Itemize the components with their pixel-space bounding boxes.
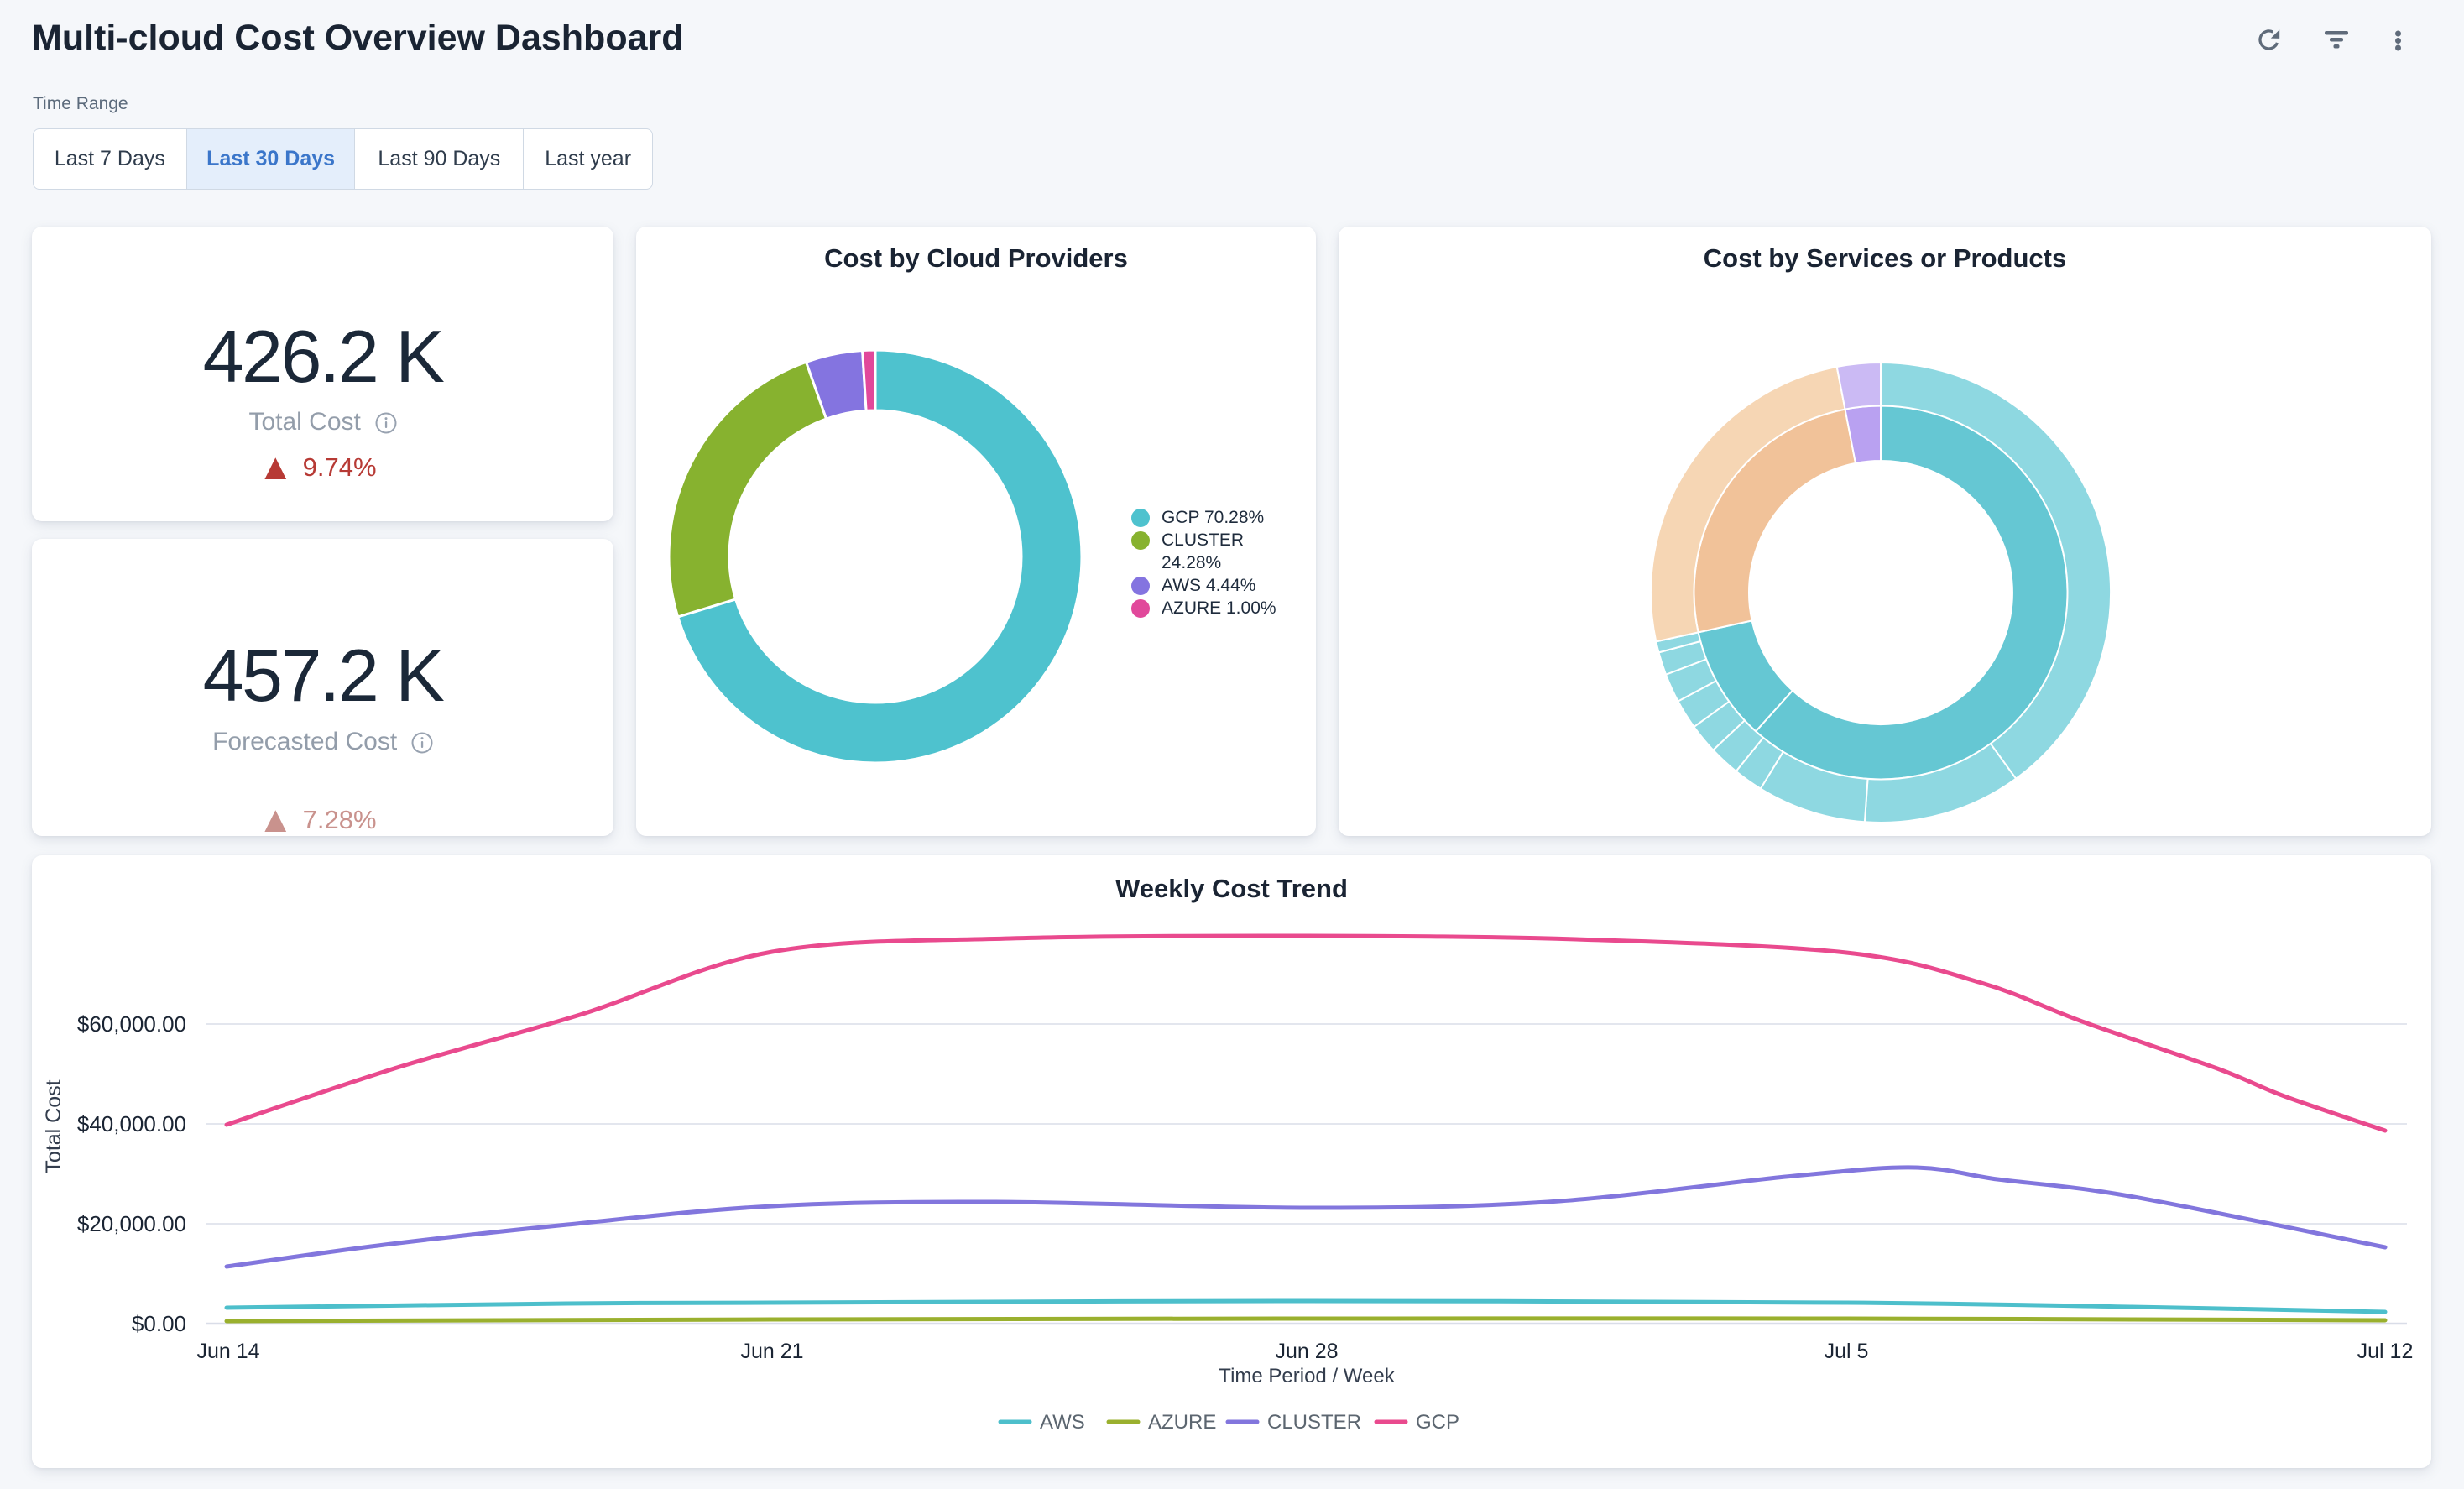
svg-text:Jun 14: Jun 14	[196, 1340, 259, 1363]
svg-text:AZURE: AZURE	[1148, 1411, 1216, 1434]
svg-text:$0.00: $0.00	[132, 1311, 186, 1336]
svg-text:Jul 5: Jul 5	[1825, 1340, 1869, 1363]
svg-text:Jun 28: Jun 28	[1275, 1340, 1338, 1363]
svg-text:$20,000.00: $20,000.00	[77, 1211, 186, 1236]
svg-text:$40,000.00: $40,000.00	[77, 1111, 186, 1136]
svg-text:GCP: GCP	[1416, 1411, 1459, 1434]
svg-text:Jun 21: Jun 21	[740, 1340, 803, 1363]
svg-text:$60,000.00: $60,000.00	[77, 1011, 186, 1037]
svg-text:Total Cost: Total Cost	[42, 1079, 65, 1173]
svg-text:Time Period / Week: Time Period / Week	[1219, 1365, 1395, 1387]
svg-text:Jul 12: Jul 12	[2357, 1340, 2414, 1363]
svg-text:AWS: AWS	[1040, 1411, 1085, 1434]
svg-text:CLUSTER: CLUSTER	[1267, 1411, 1361, 1434]
